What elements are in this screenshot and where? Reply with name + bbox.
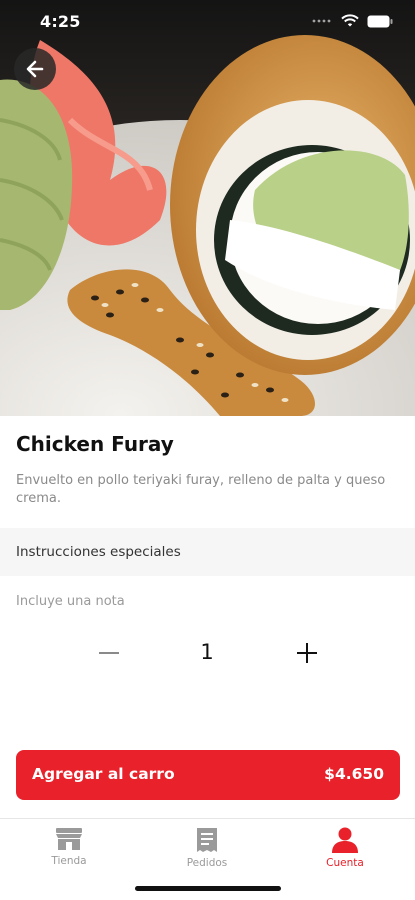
product-title: Chicken Furay xyxy=(16,432,174,456)
nav-label-pedidos: Pedidos xyxy=(186,857,228,869)
product-description: Envuelto en pollo teriyaki furay, rellen… xyxy=(16,473,386,506)
add-to-cart-label: Agregar al carro xyxy=(32,765,175,783)
person-icon xyxy=(332,827,358,853)
wifi-icon xyxy=(341,14,359,27)
nav-item-tienda[interactable]: Tienda xyxy=(29,827,109,867)
plus-icon xyxy=(297,643,317,663)
quantity-value: 1 xyxy=(200,640,214,664)
nav-item-cuenta[interactable]: Cuenta xyxy=(305,827,385,869)
battery-icon xyxy=(367,15,393,27)
status-icons xyxy=(311,14,393,28)
store-icon xyxy=(56,828,82,850)
status-time: 4:25 xyxy=(40,12,81,31)
special-instructions-header: Instrucciones especiales xyxy=(0,528,415,576)
arrow-left-icon xyxy=(26,60,44,78)
minus-icon xyxy=(99,652,119,654)
status-bar: 4:25 xyxy=(0,0,415,46)
nav-label-tienda: Tienda xyxy=(51,855,87,867)
note-input[interactable] xyxy=(16,590,396,612)
product-image xyxy=(0,0,415,416)
nav-label-cuenta: Cuenta xyxy=(326,857,364,869)
sushi-photo xyxy=(0,0,415,416)
increase-quantity-button[interactable] xyxy=(289,636,325,670)
home-indicator xyxy=(135,886,281,891)
receipt-icon xyxy=(197,828,217,852)
special-instructions-label: Instrucciones especiales xyxy=(16,544,181,560)
add-to-cart-button[interactable]: Agregar al carro $4.650 xyxy=(16,750,400,800)
add-to-cart-price: $4.650 xyxy=(324,765,384,783)
decrease-quantity-button[interactable] xyxy=(91,636,127,670)
back-button[interactable] xyxy=(14,48,56,90)
signal-dots-icon xyxy=(312,19,331,23)
nav-item-pedidos[interactable]: Pedidos xyxy=(167,827,247,869)
